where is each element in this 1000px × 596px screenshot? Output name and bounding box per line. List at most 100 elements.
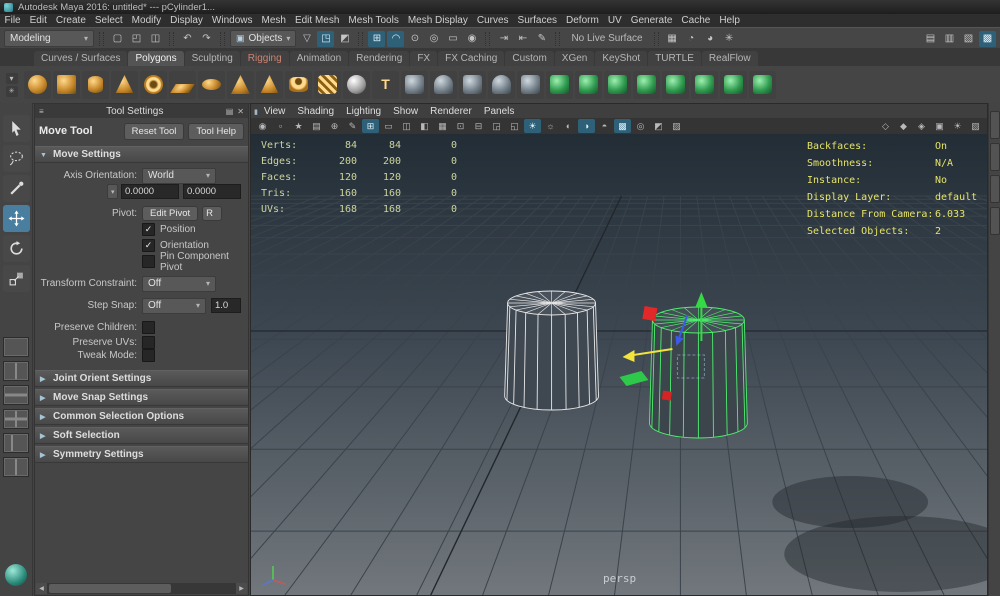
save-scene-icon[interactable]: ◫ bbox=[147, 31, 164, 47]
menu-item[interactable]: Generate bbox=[626, 14, 677, 27]
snap-to-point-icon[interactable]: ⊙ bbox=[406, 31, 423, 47]
depth-of-field-icon[interactable]: ◎ bbox=[632, 119, 649, 133]
select-tool-button[interactable] bbox=[3, 115, 30, 142]
menu-item[interactable]: Help bbox=[715, 14, 745, 27]
viewport-menu-item[interactable]: View bbox=[258, 106, 292, 117]
polygon-platonic-icon[interactable] bbox=[227, 71, 254, 99]
multi-cut-icon[interactable] bbox=[633, 71, 660, 99]
wireframe-icon[interactable]: ◇ bbox=[877, 119, 894, 133]
tool-settings-header[interactable]: Tool Settings bbox=[35, 104, 248, 118]
layout-two-pane-stacked-button[interactable] bbox=[3, 385, 29, 405]
resolution-gate-icon[interactable]: ◫ bbox=[398, 119, 415, 133]
tool-help-button[interactable]: Tool Help bbox=[188, 123, 244, 140]
target-weld-icon[interactable] bbox=[662, 71, 689, 99]
status-line-separator[interactable] bbox=[555, 32, 560, 46]
xray-icon[interactable]: ▨ bbox=[668, 119, 685, 133]
move-settings-section-header[interactable]: Move Settings bbox=[35, 146, 248, 163]
shelf-tab[interactable]: Curves / Surfaces bbox=[34, 51, 127, 66]
select-by-hierarchy-icon[interactable]: ▽ bbox=[298, 31, 315, 47]
layer-editor-dock-tab[interactable] bbox=[990, 207, 1000, 235]
two-d-pan-zoom-icon[interactable]: ⊕ bbox=[326, 119, 343, 133]
select-by-component-icon[interactable]: ◩ bbox=[336, 31, 353, 47]
show-attribute-editor-icon[interactable]: ▤ bbox=[922, 31, 939, 47]
new-scene-icon[interactable]: ▢ bbox=[109, 31, 126, 47]
sculpt-shelf-icon[interactable] bbox=[749, 71, 776, 99]
menu-item[interactable]: Edit bbox=[25, 14, 51, 27]
menu-item[interactable]: Curves bbox=[472, 14, 513, 27]
add-divisions-icon[interactable] bbox=[575, 71, 602, 99]
collapsed-section-header[interactable]: Symmetry Settings bbox=[35, 446, 248, 463]
wireframe-on-shaded-icon[interactable]: ◈ bbox=[913, 119, 930, 133]
all-lights-icon[interactable]: ☼ bbox=[542, 119, 559, 133]
scale-tool-button[interactable] bbox=[3, 265, 30, 292]
default-lighting-icon[interactable]: ☀ bbox=[524, 119, 541, 133]
quad-draw-icon[interactable] bbox=[691, 71, 718, 99]
crease-icon[interactable] bbox=[720, 71, 747, 99]
paint-effects-icon[interactable] bbox=[5, 564, 27, 586]
separate-icon[interactable] bbox=[430, 71, 457, 99]
shelf-tab[interactable]: Custom bbox=[505, 51, 553, 66]
mirror-icon[interactable] bbox=[604, 71, 631, 99]
shadows-icon[interactable]: ◐ bbox=[560, 119, 577, 133]
step-snap-size-field[interactable] bbox=[211, 298, 241, 313]
menu-item[interactable]: Windows bbox=[207, 14, 257, 27]
reset-tool-button[interactable]: Reset Tool bbox=[124, 123, 185, 140]
menu-item[interactable]: File bbox=[0, 14, 25, 27]
status-line-separator[interactable] bbox=[358, 32, 363, 46]
scrollbar-track[interactable] bbox=[47, 583, 236, 594]
position-checkbox[interactable] bbox=[142, 223, 155, 236]
film-gate-icon[interactable]: ▭ bbox=[380, 119, 397, 133]
render-settings-icon[interactable]: ✳ bbox=[721, 31, 738, 47]
show-modeling-toolkit-icon[interactable]: ▩ bbox=[979, 31, 996, 47]
open-render-view-icon[interactable]: ▦ bbox=[664, 31, 681, 47]
paint-select-tool-button[interactable] bbox=[3, 175, 30, 202]
selection-mask-dropdown[interactable]: Objects bbox=[230, 30, 296, 47]
smooth-icon[interactable] bbox=[546, 71, 573, 99]
viewport-menu-item[interactable]: Renderer bbox=[424, 106, 478, 117]
shelf-tab[interactable]: FX bbox=[410, 51, 437, 66]
layout-four-pane-button[interactable] bbox=[3, 409, 29, 429]
frame-all-icon[interactable]: ◲ bbox=[488, 119, 505, 133]
shelf-tab[interactable]: RealFlow bbox=[702, 51, 758, 66]
shelf-tab[interactable]: XGen bbox=[555, 51, 595, 66]
scrollbar-thumb[interactable] bbox=[49, 584, 171, 593]
camera-name-label[interactable]: persp bbox=[603, 572, 636, 585]
menu-item[interactable]: Mesh Tools bbox=[344, 14, 403, 27]
polygon-pyramid-icon[interactable] bbox=[256, 71, 283, 99]
menu-item[interactable]: Select bbox=[90, 14, 127, 27]
textured-icon[interactable]: ▣ bbox=[931, 119, 948, 133]
menu-item[interactable]: Cache bbox=[677, 14, 715, 27]
polygon-plane-icon[interactable] bbox=[169, 71, 196, 99]
shelf-tab[interactable]: Sculpting bbox=[185, 51, 240, 66]
axis-values-dropdown-icon[interactable] bbox=[107, 184, 118, 199]
menu-item[interactable]: Display bbox=[166, 14, 208, 27]
tool-settings-dock-tab[interactable] bbox=[990, 143, 1000, 171]
step-snap-dropdown[interactable]: Off bbox=[142, 298, 206, 314]
input-connections-icon[interactable]: ⇥ bbox=[495, 31, 512, 47]
reset-pivot-button[interactable]: R bbox=[202, 206, 222, 221]
status-line-separator[interactable] bbox=[654, 32, 659, 46]
lock-camera-icon[interactable]: ▫ bbox=[272, 119, 289, 133]
output-connections-icon[interactable]: ⇤ bbox=[514, 31, 531, 47]
menu-item[interactable]: Create bbox=[51, 14, 90, 27]
snap-to-curve-icon[interactable]: ◠ bbox=[387, 31, 404, 47]
open-scene-icon[interactable]: ◰ bbox=[128, 31, 145, 47]
shelf-tab[interactable]: Rigging bbox=[241, 51, 289, 66]
axis-y-field[interactable] bbox=[183, 184, 241, 199]
tweak-mode-checkbox[interactable] bbox=[142, 349, 155, 362]
viewport-menu-item[interactable]: Lighting bbox=[340, 106, 387, 117]
horizontal-scrollbar[interactable] bbox=[36, 583, 247, 594]
grease-pencil-icon[interactable]: ✎ bbox=[344, 119, 361, 133]
layout-single-pane-button[interactable] bbox=[3, 337, 29, 357]
menu-item[interactable]: Deform bbox=[562, 14, 604, 27]
scroll-left-button[interactable] bbox=[36, 583, 47, 594]
redo-icon[interactable]: ↷ bbox=[198, 31, 215, 47]
gate-mask-icon[interactable]: ◧ bbox=[416, 119, 433, 133]
status-line-separator[interactable] bbox=[220, 32, 225, 46]
viewport-menu-item[interactable]: Panels bbox=[478, 106, 521, 117]
boolean-union-icon[interactable] bbox=[459, 71, 486, 99]
show-tool-settings-icon[interactable]: ▥ bbox=[941, 31, 958, 47]
polygon-torus-icon[interactable] bbox=[140, 71, 167, 99]
safe-action-icon[interactable]: ⊡ bbox=[452, 119, 469, 133]
status-line-separator[interactable] bbox=[99, 32, 104, 46]
